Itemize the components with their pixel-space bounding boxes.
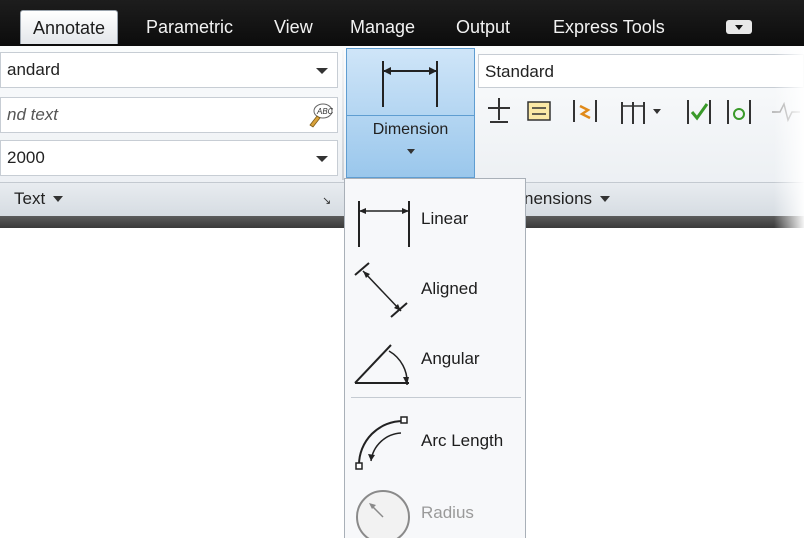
menu-item-radius[interactable]: Radius xyxy=(345,477,525,538)
dimension-button-label: Dimension xyxy=(372,121,449,138)
chevron-down-icon xyxy=(407,149,415,158)
baseline-dimension-icon[interactable] xyxy=(522,94,556,128)
chevron-down-icon[interactable] xyxy=(650,94,664,128)
spell-check-icon[interactable]: ABC xyxy=(307,102,333,128)
aligned-dimension-icon xyxy=(354,262,408,318)
tab-express-tools[interactable]: Express Tools xyxy=(553,10,665,44)
quick-dimension-icon[interactable] xyxy=(482,94,516,128)
ribbon-tab-bar: Annotate Parametric View Manage Output E… xyxy=(0,0,804,46)
dimension-style-dropdown[interactable]: Standard xyxy=(478,54,804,88)
tab-parametric[interactable]: Parametric xyxy=(146,10,233,44)
menu-item-label: Linear xyxy=(421,209,469,228)
chevron-down-icon xyxy=(316,156,328,168)
find-text-input[interactable]: nd text ABC xyxy=(0,97,338,133)
tab-view[interactable]: View xyxy=(274,10,313,44)
svg-text:ABC: ABC xyxy=(316,107,333,116)
chevron-down-icon xyxy=(600,196,611,207)
angular-dimension-icon xyxy=(354,344,409,386)
dimension-dropdown-menu: Linear Aligned Angular Arc Length Radius xyxy=(344,178,526,538)
split-button-divider xyxy=(347,115,474,116)
chevron-down-icon xyxy=(53,196,64,207)
linear-dimension-icon xyxy=(358,201,410,247)
menu-item-linear[interactable]: Linear xyxy=(345,185,525,253)
menu-item-arc-length[interactable]: Arc Length xyxy=(345,407,525,475)
menu-item-angular[interactable]: Angular xyxy=(345,325,525,393)
arc-length-icon xyxy=(355,416,408,470)
dimensions-panel-title-label: nensions xyxy=(524,189,593,208)
menu-separator xyxy=(351,397,521,398)
inspect-dimension-icon[interactable] xyxy=(682,94,716,128)
tab-manage[interactable]: Manage xyxy=(350,10,415,44)
tab-annotate[interactable]: Annotate xyxy=(20,10,119,44)
linear-dimension-icon xyxy=(382,61,438,107)
radius-icon xyxy=(356,490,410,538)
text-height-dropdown[interactable]: 2000 xyxy=(0,140,338,176)
dimension-style-value: Standard xyxy=(485,62,554,81)
minimize-ribbon-button[interactable] xyxy=(726,20,752,34)
menu-item-aligned[interactable]: Aligned xyxy=(345,255,525,323)
text-style-dropdown[interactable]: andard xyxy=(0,52,338,88)
dimension-break-icon[interactable] xyxy=(568,94,602,128)
text-panel-title-label: Text xyxy=(14,189,46,208)
find-text-placeholder: nd text xyxy=(7,105,59,124)
tab-output[interactable]: Output xyxy=(456,10,510,44)
text-style-value: andard xyxy=(7,60,60,79)
ribbon-fade-edge xyxy=(774,46,804,228)
chevron-down-icon xyxy=(316,68,328,80)
dimensions-panel-title[interactable]: nensions xyxy=(524,186,611,212)
text-height-value: 2000 xyxy=(7,148,45,167)
menu-item-label: Arc Length xyxy=(421,431,504,450)
adjust-space-icon[interactable] xyxy=(616,94,650,128)
menu-item-label: Radius xyxy=(421,503,474,522)
panel-divider xyxy=(342,50,344,180)
menu-item-label: Angular xyxy=(421,349,480,368)
dialog-launcher-icon[interactable]: ↘ xyxy=(322,194,331,207)
menu-item-label: Aligned xyxy=(421,279,478,298)
update-dimension-icon[interactable] xyxy=(722,94,756,128)
text-panel-title[interactable]: Text xyxy=(14,186,64,212)
dimension-button[interactable]: Dimension xyxy=(346,48,475,178)
